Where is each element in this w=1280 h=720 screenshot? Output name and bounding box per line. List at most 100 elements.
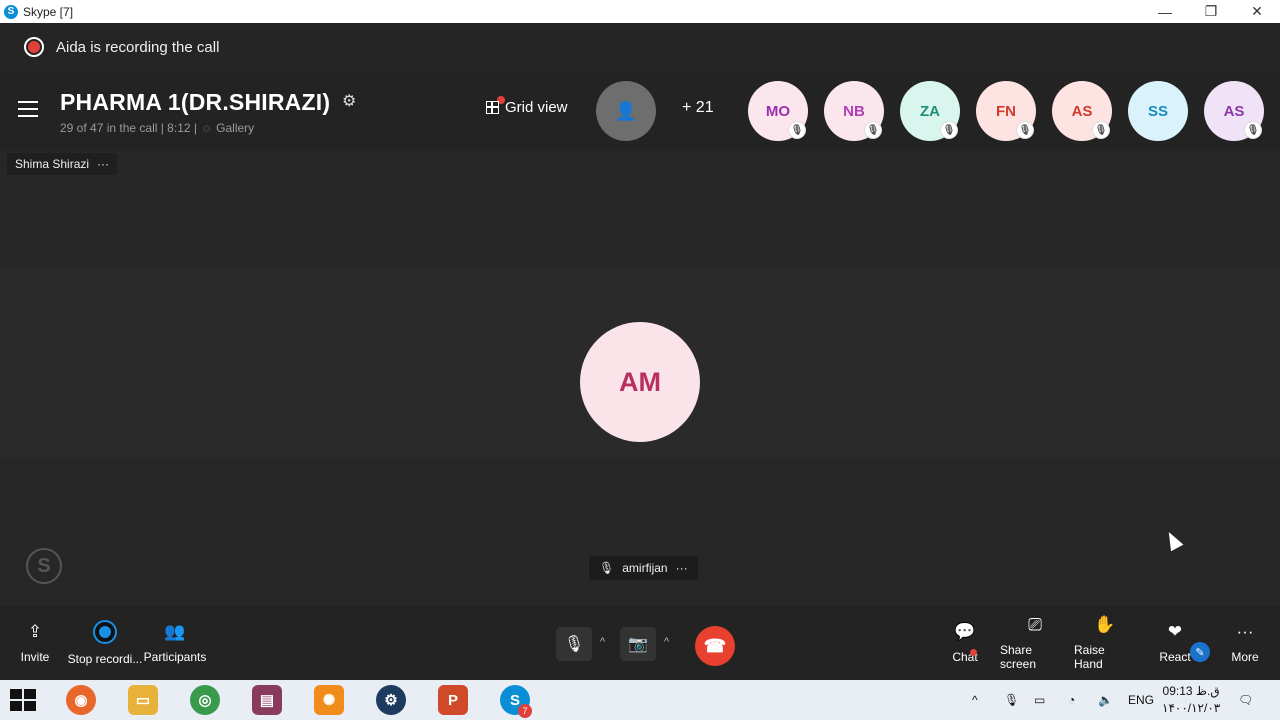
participant-initials: FN xyxy=(996,102,1016,120)
participant-avatar[interactable]: ZA 🎙 xyxy=(900,81,960,141)
more-participants-count[interactable]: + 21 xyxy=(682,99,714,117)
mic-options-chevron-icon[interactable]: ^ xyxy=(600,636,605,648)
speaker-name-tag[interactable]: 🎙 amirfijan ··· xyxy=(589,556,698,580)
recording-banner: Aida is recording the call xyxy=(0,23,1280,71)
react-button[interactable]: ❤ React xyxy=(1155,606,1195,680)
restore-button[interactable]: ❐ xyxy=(1188,0,1234,23)
grid-view-button[interactable]: Grid view xyxy=(486,99,568,116)
hangup-icon: ☎ xyxy=(703,635,727,656)
share-screen-icon: ⎚ xyxy=(1028,615,1042,634)
participant-initials: AS xyxy=(1071,102,1093,120)
muted-mic-icon: 🎙 xyxy=(788,121,806,139)
call-title: PHARMA 1(DR.SHIRAZI) xyxy=(60,89,331,115)
camera-off-icon: 📷 xyxy=(628,636,648,653)
participant-avatar[interactable]: AS 🎙 xyxy=(1204,81,1264,141)
invite-button[interactable]: ⇪ Invite xyxy=(14,606,56,680)
windows-start-icon[interactable] xyxy=(10,689,36,711)
call-header: PHARMA 1(DR.SHIRAZI) ⚙ 29 of 47 in the c… xyxy=(0,71,1280,151)
camera-button[interactable]: 📷 xyxy=(620,627,656,661)
raise-hand-label: Raise Hand xyxy=(1074,643,1105,671)
hand-icon: ✋ xyxy=(1094,615,1116,634)
volume-icon[interactable]: 🔈 xyxy=(1098,680,1113,720)
clock[interactable]: 09:13 ق.ظ ۱۴۰۰/۱۲/۰۳ xyxy=(1162,683,1220,717)
participants-button[interactable]: 👥 Participants xyxy=(143,606,207,680)
mic-off-icon: 🎙 xyxy=(563,636,585,653)
clock-time: 09:13 ق.ظ xyxy=(1162,684,1220,698)
chat-bubble-icon: 💬 xyxy=(954,622,976,641)
tray-chevron-icon[interactable]: ^ xyxy=(972,680,978,720)
muted-mic-icon: 🎙 xyxy=(599,561,615,575)
participant-avatar[interactable]: MO 🎙 xyxy=(748,81,808,141)
more-dots-icon: ··· xyxy=(1236,622,1254,641)
participants-label: Participants xyxy=(143,650,207,664)
call-toolbar: ⇪ Invite Stop recordi... 👥 Participants … xyxy=(0,606,1280,680)
add-participant-button[interactable]: 👤 xyxy=(596,81,656,141)
presenter-name-tag[interactable]: Shima Shirazi ··· xyxy=(7,153,118,175)
participant-initials: SS xyxy=(1147,102,1168,120)
chat-notification-dot xyxy=(970,649,977,656)
share-screen-label: Share screen xyxy=(1000,643,1037,671)
recording-icon xyxy=(24,37,44,57)
steam-icon[interactable]: ⚙ xyxy=(376,685,406,715)
muted-mic-icon: 🎙 xyxy=(1244,121,1262,139)
minimize-button[interactable]: — xyxy=(1142,0,1188,23)
winrar-icon[interactable]: ▤ xyxy=(252,685,282,715)
muted-mic-icon: 🎙 xyxy=(940,121,958,139)
muted-mic-icon: 🎙 xyxy=(864,121,882,139)
call-status: 29 of 47 in the call | 8:12 | ◌ Gallery xyxy=(60,121,254,135)
stop-recording-label: Stop recordi... xyxy=(67,652,143,666)
skype-watermark-icon: S xyxy=(26,548,62,584)
invite-label: Invite xyxy=(20,650,50,664)
participant-avatar[interactable]: NB 🎙 xyxy=(824,81,884,141)
window-titlebar: S Skype [7] — ❐ ✕ xyxy=(0,0,1280,23)
muted-mic-icon: 🎙 xyxy=(1016,121,1034,139)
share-icon: ⇪ xyxy=(27,622,43,641)
mute-mic-button[interactable]: 🎙 xyxy=(556,627,592,661)
chat-button[interactable]: 💬 Chat xyxy=(944,606,986,680)
camera-options-chevron-icon[interactable]: ^ xyxy=(664,636,669,648)
notifications-icon[interactable]: 🗨 xyxy=(1238,680,1253,720)
gallery-icon: ◌ xyxy=(203,121,211,135)
raise-hand-button[interactable]: ✋ Raise Hand xyxy=(1074,606,1136,680)
powerpoint-icon[interactable]: P xyxy=(438,685,468,715)
record-icon xyxy=(93,620,117,644)
participant-avatar[interactable]: AS 🎙 xyxy=(1052,81,1112,141)
share-screen-button[interactable]: ⎚ Share screen xyxy=(1000,606,1070,680)
stop-recording-button[interactable]: Stop recordi... xyxy=(66,606,144,680)
people-icon: 👥 xyxy=(164,622,186,641)
more-button[interactable]: ··· More xyxy=(1226,606,1264,680)
participant-avatar[interactable]: FN 🎙 xyxy=(976,81,1036,141)
chrome-icon[interactable]: ◎ xyxy=(190,685,220,715)
pencil-icon[interactable]: ✎ xyxy=(1190,642,1210,662)
menu-icon[interactable] xyxy=(18,101,38,122)
mouse-cursor-icon xyxy=(1162,528,1184,552)
call-status-text: 29 of 47 in the call | 8:12 | xyxy=(60,121,197,135)
participant-initials: ZA xyxy=(920,102,940,120)
presenter-name: Shima Shirazi xyxy=(15,157,90,171)
close-button[interactable]: ✕ xyxy=(1234,0,1280,23)
language-indicator[interactable]: ENG xyxy=(1128,680,1154,720)
file-explorer-icon[interactable]: ▭ xyxy=(128,685,158,715)
more-options-icon[interactable]: ··· xyxy=(97,157,109,171)
speaker-more-options-icon[interactable]: ··· xyxy=(676,561,688,575)
muted-mic-icon: 🎙 xyxy=(1092,121,1110,139)
skype-badge: 7 xyxy=(518,704,532,718)
microphone-tray-icon[interactable]: 🎙 xyxy=(1004,680,1019,720)
fl-studio-icon[interactable]: ✺ xyxy=(314,685,344,715)
end-call-button[interactable]: ☎ xyxy=(695,626,735,666)
window-title: Skype [7] xyxy=(23,4,74,19)
battery-icon[interactable]: ▭ xyxy=(1034,680,1045,720)
windows-taskbar: ◉ ▭ ◎ ▤ ✺ ⚙ P S 7 ^ 🎙 ▭ ◔ 🔈 ENG 09:13 ق.… xyxy=(0,680,1280,720)
clock-date: ۱۴۰۰/۱۲/۰۳ xyxy=(1162,701,1221,715)
settings-gear-icon[interactable]: ⚙ xyxy=(342,91,356,111)
window-controls: — ❐ ✕ xyxy=(1142,0,1280,23)
participant-avatar[interactable]: SS xyxy=(1128,81,1188,141)
grid-view-label: Grid view xyxy=(505,99,568,116)
skype-call-window: Aida is recording the call PHARMA 1(DR.S… xyxy=(0,23,1280,680)
wifi-icon[interactable]: ◔ xyxy=(1068,680,1075,720)
more-label: More xyxy=(1231,650,1259,664)
firefox-icon[interactable]: ◉ xyxy=(66,685,96,715)
view-mode-label: Gallery xyxy=(216,121,255,135)
recording-text: Aida is recording the call xyxy=(56,38,220,56)
add-person-icon: 👤 xyxy=(614,100,638,121)
